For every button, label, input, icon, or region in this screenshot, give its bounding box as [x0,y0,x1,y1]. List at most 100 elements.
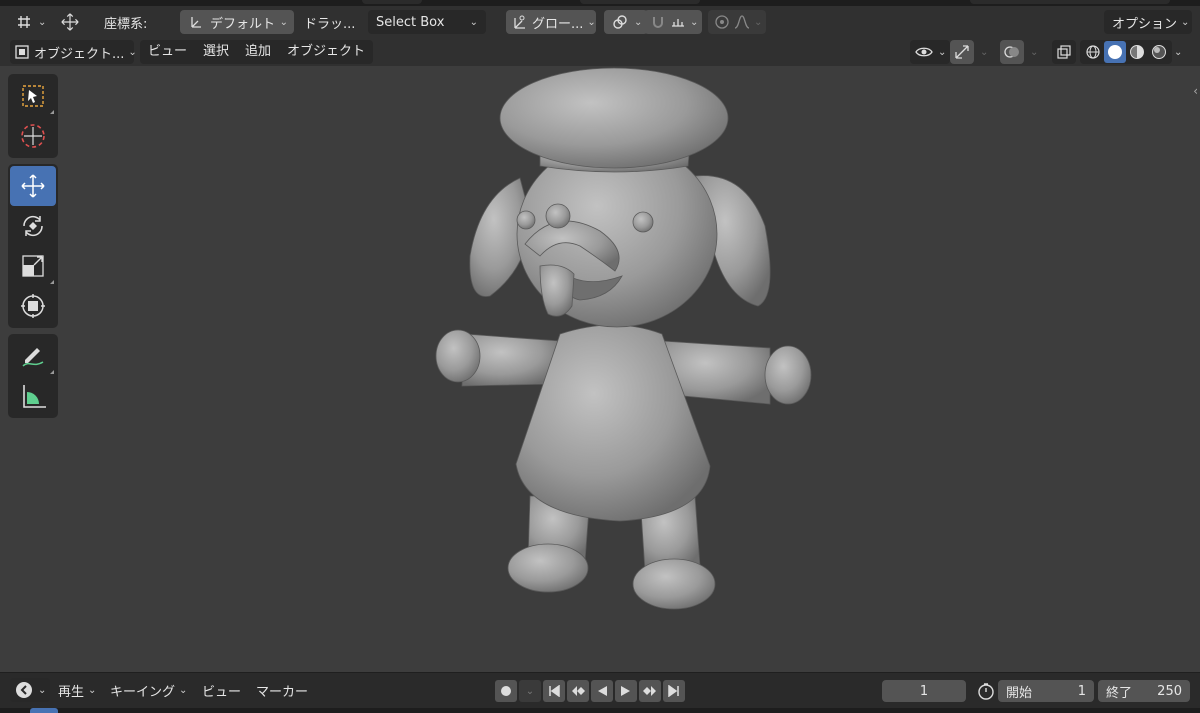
tool-group-annotate [8,334,58,418]
tool-annotate[interactable] [10,336,56,376]
chevron-down-icon: ⌄ [754,16,763,28]
pivot-dropdown[interactable]: グロー... ⌄ [506,10,596,34]
playback-controls: ⌄ [495,680,685,702]
menu-view[interactable]: ビュー [140,40,195,64]
chevron-down-icon: ⌄ [88,684,97,696]
menu-add[interactable]: 追加 [237,40,279,64]
orientation-value: デフォルト [210,16,276,32]
play-icon [621,686,630,696]
tool-scale[interactable] [10,246,56,286]
rotate-icon [23,215,43,237]
end-frame-field[interactable]: 終了 250 [1098,680,1190,702]
menu-select[interactable]: 選択 [195,40,237,64]
dog-chef-model[interactable] [435,67,812,610]
select-mode-dropdown[interactable]: Select Box ⌄ [368,10,486,34]
mode-label: オブジェクト... [34,46,125,62]
shading-solid-button[interactable] [1104,41,1126,63]
shading-material-button[interactable] [1126,41,1148,63]
drag-dropdown[interactable]: ドラッ... [300,10,359,34]
jump-start-button[interactable] [543,680,565,702]
editor-type-dropdown[interactable]: ⌄ [10,678,51,702]
snap-button[interactable]: ⌄ [644,10,702,34]
chef-hat [499,67,729,169]
play-reverse-icon [598,686,607,696]
proportional-edit-button[interactable]: ⌄ [708,10,766,34]
menu-keying-label: キーイング [110,684,176,700]
visibility-dropdown[interactable]: ⌄ [910,40,951,64]
start-frame-value: 1 [1077,683,1086,699]
cursor-icon [21,124,45,148]
move-gizmo-button[interactable] [56,10,84,34]
chevron-down-icon[interactable]: ⌄ [980,40,988,64]
orientation-dropdown[interactable]: デフォルト ⌄ [180,10,294,34]
options-label: オプション [1112,16,1178,32]
tongue [539,264,575,317]
tool-move[interactable] [10,166,56,206]
scale-icon [22,255,44,277]
proportional-link-button[interactable]: ⌄ [604,10,649,34]
tool-shelf [8,74,58,424]
orientation-label: 座標系: [104,16,148,32]
start-frame-field[interactable]: 開始 1 [998,680,1094,702]
overlay-icon [1002,42,1022,62]
stopwatch-icon [976,681,996,701]
shading-wireframe-button[interactable] [1082,41,1104,63]
magnet-icon [650,12,666,32]
chevron-down-icon: ⌄ [179,684,188,696]
eye-icon [914,42,934,62]
play-reverse-button[interactable] [591,680,613,702]
next-keyframe-button[interactable] [639,680,661,702]
menu-view[interactable]: ビュー [198,678,245,702]
snap-increment-icon [670,12,686,32]
material-sphere-icon [1130,45,1144,59]
menu-keying[interactable]: キーイング ⌄ [106,678,191,702]
mode-dropdown[interactable]: オブジェクト... ⌄ [10,40,137,64]
chevron-down-icon: ⌄ [38,16,47,28]
snap-toggle-button[interactable]: ⌄ [10,10,50,34]
jump-start-icon [549,685,560,697]
tool-rotate[interactable] [10,206,56,246]
proportional-circle-icon [714,12,730,32]
pivot-icon [512,12,528,32]
3d-viewport[interactable]: ‹ [0,66,1200,672]
shading-rendered-button[interactable] [1148,41,1170,63]
tool-select-box[interactable] [10,76,56,116]
xray-icon [1054,42,1074,62]
play-button[interactable] [615,680,637,702]
record-options-button[interactable]: ⌄ [519,680,541,702]
transform-icon [21,294,45,318]
right-eye [632,211,654,233]
tool-transform[interactable] [10,286,56,326]
current-frame-field[interactable]: 1 [882,680,966,702]
shading-mode-group [1080,40,1172,64]
options-dropdown[interactable]: オプション ⌄ [1104,10,1192,34]
next-keyframe-icon [643,686,656,696]
prev-keyframe-icon [572,686,585,696]
sidebar-toggle-icon[interactable]: ‹ [1193,84,1198,98]
chevron-down-icon: ⌄ [279,16,288,28]
workspace-tab[interactable] [580,0,700,4]
tool-cursor[interactable] [10,116,56,156]
prev-keyframe-button[interactable] [567,680,589,702]
chevron-down-icon: ⌄ [634,16,643,28]
jump-end-button[interactable] [663,680,685,702]
use-preview-range-button[interactable] [972,679,1000,703]
overlay-toggle-button[interactable] [1000,40,1024,64]
tool-measure[interactable] [10,376,56,416]
record-button[interactable] [495,680,517,702]
chevron-down-icon: ⌄ [1181,16,1190,28]
chevron-down-icon[interactable]: ⌄ [1174,40,1182,64]
gizmo-toggle-button[interactable] [950,40,974,64]
menu-playback-label: 再生 [58,684,85,700]
annotate-pencil-icon [22,348,44,367]
menu-playback[interactable]: 再生 ⌄ [54,678,100,702]
workspace-tab[interactable] [362,0,422,4]
workspace-tab[interactable] [970,0,1170,4]
menu-marker[interactable]: マーカー [252,678,312,702]
tool-header: ⌄ 座標系: デフォルト ⌄ ドラッ... Select Box ⌄ グロー..… [0,6,1200,38]
chevron-down-icon: ⌄ [525,685,535,697]
chevron-down-icon[interactable]: ⌄ [1030,40,1038,64]
menu-object[interactable]: オブジェクト [279,40,373,64]
xray-toggle-button[interactable] [1052,40,1076,64]
object-mode-icon [14,42,30,62]
